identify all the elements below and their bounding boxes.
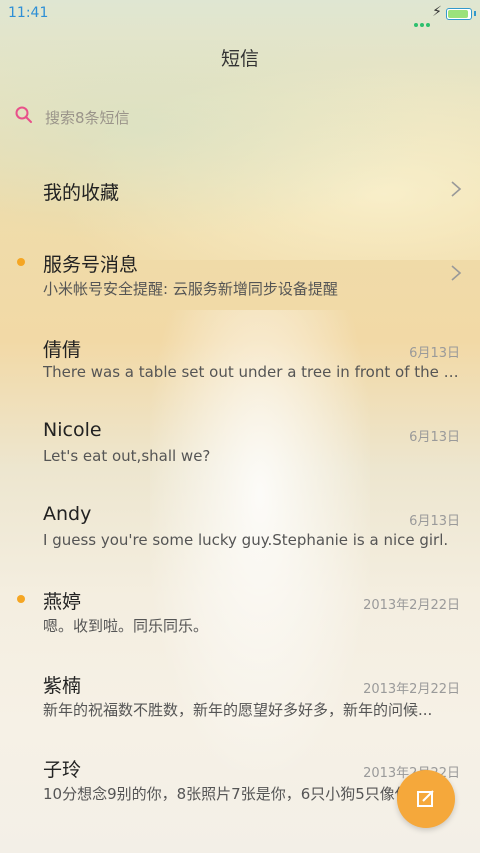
compose-icon [417, 790, 434, 807]
conversation-row[interactable]: 燕婷 2013年2月22日 嗯。收到啦。同乐同乐。 [0, 584, 480, 644]
conversation-row[interactable]: 倩倩 6月13日 There was a table set out under… [0, 332, 480, 392]
service-messages-row[interactable]: 服务号消息 小米帐号安全提醒: 云服务新增同步设备提醒 [0, 245, 480, 305]
conversation-row[interactable]: Andy 6月13日 I guess you're some lucky guy… [0, 500, 480, 560]
contact-name: 燕婷 [43, 591, 82, 613]
contact-name: Nicole [43, 419, 102, 441]
unread-dot [17, 595, 25, 603]
message-date: 6月13日 [409, 514, 460, 529]
message-date: 2013年2月22日 [363, 598, 460, 613]
favorites-row[interactable]: 我的收藏 [0, 170, 480, 220]
chevron-right-icon [451, 265, 462, 281]
contact-name: 子玲 [43, 759, 82, 781]
search-placeholder[interactable]: 搜索8条短信 [45, 107, 130, 128]
conversation-row[interactable]: 紫楠 2013年2月22日 新年的祝福数不胜数，新年的愿望好多好多，新年的问候.… [0, 668, 480, 728]
message-preview: There was a table set out under a tree i… [43, 363, 459, 381]
message-preview: I guess you're some lucky guy.Stephanie … [43, 531, 449, 549]
unread-dot [17, 258, 25, 266]
message-date: 6月13日 [409, 430, 460, 445]
message-date: 6月13日 [409, 346, 460, 361]
message-date: 2013年2月22日 [363, 682, 460, 697]
signal-icon [412, 12, 430, 31]
page-title: 短信 [220, 48, 259, 70]
contact-name: 倩倩 [43, 339, 82, 361]
service-messages-label: 服务号消息 [43, 254, 139, 276]
contact-name: 紫楠 [43, 675, 82, 697]
search-icon [15, 106, 32, 123]
chevron-right-icon [451, 181, 462, 197]
service-messages-preview: 小米帐号安全提醒: 云服务新增同步设备提醒 [43, 280, 338, 298]
battery-icon [446, 8, 472, 20]
conversation-row[interactable]: Nicole 6月13日 Let's eat out,shall we? [0, 416, 480, 476]
compose-button[interactable] [397, 770, 455, 828]
status-time: 11:41 [8, 5, 49, 21]
charging-icon: ⚡ [432, 4, 442, 20]
background-cloud [0, 40, 480, 260]
favorites-label: 我的收藏 [43, 182, 120, 204]
status-bar: 11:41 ⚡ [0, 0, 480, 28]
message-preview: Let's eat out,shall we? [43, 447, 211, 465]
message-preview: 新年的祝福数不胜数，新年的愿望好多好多，新年的问候... [43, 701, 433, 719]
message-preview: 嗯。收到啦。同乐同乐。 [43, 617, 209, 635]
battery-tip [474, 11, 476, 16]
contact-name: Andy [43, 503, 92, 525]
search-bar[interactable]: 搜索8条短信 [14, 105, 464, 131]
